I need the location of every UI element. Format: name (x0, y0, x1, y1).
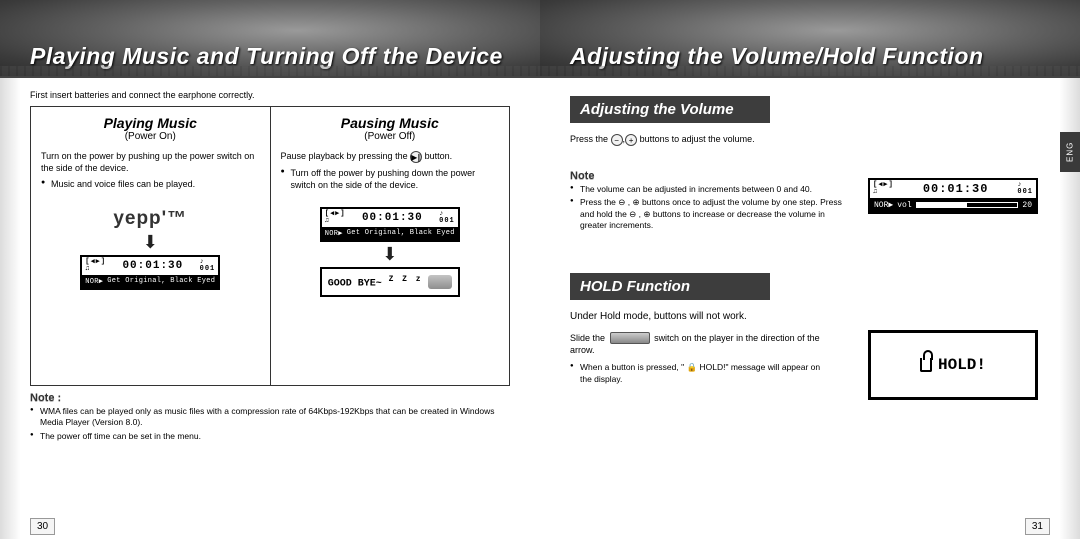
note-item: Press the ⊖ , ⊕ buttons once to adjust t… (570, 197, 850, 231)
pausing-body: Pause playback by pressing the ▶∥ button… (281, 150, 500, 163)
manual-page-left: Playing Music and Turning Off the Device… (0, 0, 540, 539)
arrow-down-icon: ⬇ (281, 244, 500, 265)
volume-lcd: [◀▶]♫ 00:01:30 ♪001 NOR▶ vol 20 (868, 178, 1038, 214)
lcd-time: 00:01:30 (362, 212, 423, 224)
playing-title: Playing Music (41, 115, 260, 131)
note-item: WMA files can be played only as music fi… (30, 406, 510, 429)
intro-text: First insert batteries and connect the e… (30, 90, 510, 100)
plus-button-icon: + (625, 134, 637, 146)
bed-icon (428, 275, 452, 289)
playing-sub: (Power On) (41, 131, 260, 142)
yepp-logo: yepp'™ (41, 208, 260, 230)
vol-label: vol (897, 201, 911, 210)
play-pause-columns: Playing Music (Power On) Turn on the pow… (30, 106, 510, 386)
lcd-note-icon: ♪001 (1017, 182, 1033, 196)
lock-icon (920, 358, 932, 372)
pausing-lcd: [◀▶]♫ 00:01:30 ♪001 NOR▶ Get Original, B… (320, 207, 460, 242)
lcd-mode-icon: [◀▶]♫ (85, 259, 106, 273)
lcd-track: Get Original, Black Eyed (107, 277, 215, 286)
right-content: Adjusting the Volume Press the −,+ butto… (570, 90, 1038, 509)
lcd-time: 00:01:30 (923, 182, 989, 196)
playing-music-box: Playing Music (Power On) Turn on the pow… (30, 106, 271, 386)
note-heading: Note : (30, 392, 61, 404)
page-number: 30 (30, 518, 55, 535)
lcd-nor-icon: NOR▶ (85, 277, 103, 286)
lcd-nor-icon: NOR▶ (325, 229, 343, 238)
volume-section-title: Adjusting the Volume (570, 96, 770, 123)
play-pause-button-icon: ▶∥ (410, 151, 422, 163)
lcd-note-icon: ♪001 (200, 259, 216, 273)
volume-bar (916, 202, 1019, 208)
pausing-sub: (Power Off) (281, 131, 500, 142)
lcd-nor-icon: NOR▶ (874, 200, 893, 210)
note-item: The volume can be adjusted in increments… (570, 184, 850, 195)
volume-notes: The volume can be adjusted in increments… (570, 184, 850, 232)
note-item: The power off time can be set in the men… (30, 431, 510, 442)
pausing-bullet: Turn off the power by pushing down the p… (281, 167, 500, 191)
volume-instruction: Press the −,+ buttons to adjust the volu… (570, 133, 1038, 146)
arrow-down-icon: ⬇ (41, 232, 260, 253)
note-item: When a button is pressed, " 🔒 HOLD!" mes… (570, 362, 830, 385)
lcd-mode-icon: [◀▶]♫ (873, 182, 894, 196)
hold-display-box: HOLD! (868, 330, 1038, 400)
language-tab: ENG (1060, 132, 1080, 172)
goodbye-lcd: GOOD BYE~ Z Z z (320, 267, 460, 297)
pausing-title: Pausing Music (281, 115, 500, 131)
lcd-time: 00:01:30 (122, 260, 183, 272)
left-notes: WMA files can be played only as music fi… (30, 406, 510, 442)
zzz-icon: Z Z z (382, 275, 423, 284)
vol-value: 20 (1022, 201, 1032, 210)
note-heading: Note (570, 170, 594, 182)
decorative-binary-strip (0, 66, 540, 76)
playing-bullet: Music and voice files can be played. (41, 178, 260, 190)
hold-text: HOLD! (938, 356, 986, 374)
page-header: Playing Music and Turning Off the Device (0, 0, 540, 78)
lcd-mode-icon: [◀▶]♫ (325, 211, 346, 225)
hold-section-title: HOLD Function (570, 273, 770, 300)
minus-button-icon: − (611, 134, 623, 146)
playing-body: Turn on the power by pushing up the powe… (41, 150, 260, 174)
page-header: Adjusting the Volume/Hold Function (540, 0, 1080, 78)
page-number: 31 (1025, 518, 1050, 535)
lock-icon-inline: 🔒 (687, 362, 698, 372)
hold-switch-icon (610, 332, 650, 344)
lcd-note-icon: ♪001 (439, 211, 455, 225)
left-margin (0, 78, 20, 539)
left-content: First insert batteries and connect the e… (30, 90, 510, 509)
hold-instruction: Slide the switch on the player in the di… (570, 332, 830, 357)
lcd-track: Get Original, Black Eyed (347, 229, 455, 238)
playing-lcd: [◀▶]♫ 00:01:30 ♪001 NOR▶ Get Original, B… (80, 255, 220, 290)
pausing-music-box: Pausing Music (Power Off) Pause playback… (271, 106, 511, 386)
manual-page-right: Adjusting the Volume/Hold Function ENG A… (540, 0, 1080, 539)
hold-notes: When a button is pressed, " 🔒 HOLD!" mes… (570, 362, 830, 385)
decorative-binary-strip (540, 66, 1080, 76)
hold-intro: Under Hold mode, buttons will not work. (570, 310, 1038, 324)
